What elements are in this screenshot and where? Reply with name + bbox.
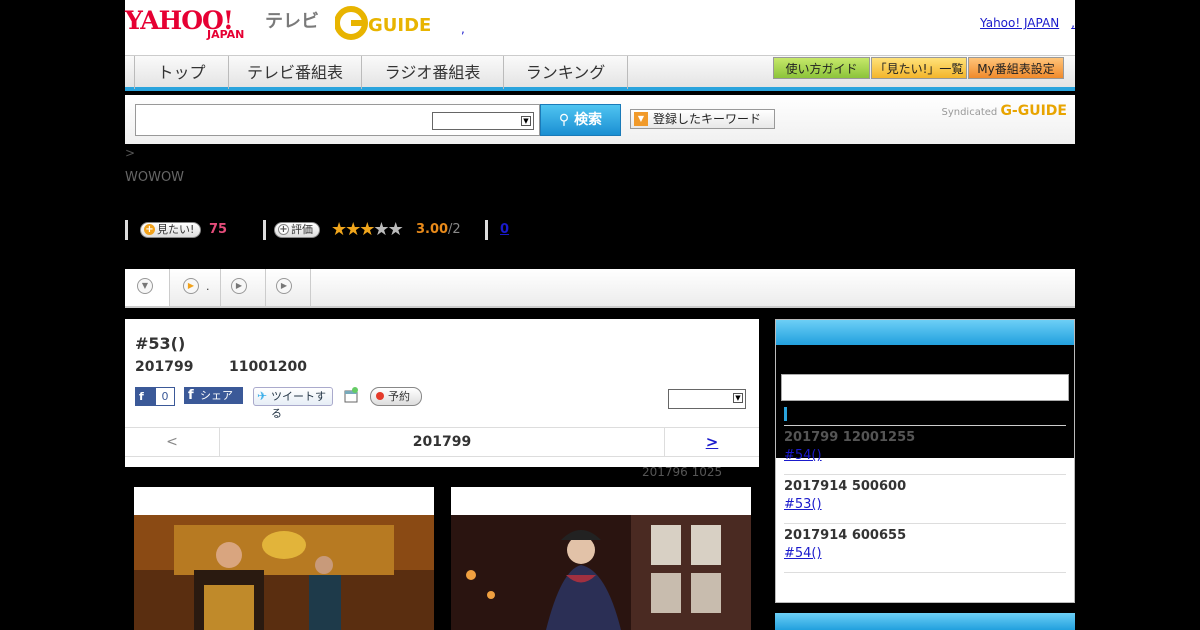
chevron-down-icon: ▼ — [137, 278, 153, 294]
stat-divider — [263, 220, 266, 240]
program-tabs: ▼ ▶ . ▶ ▶ — [125, 269, 1075, 308]
comment-count-link[interactable]: 0 — [500, 222, 509, 237]
sidebar-schedule: 201799 12001255 #54() 2017914 500600 #53… — [775, 319, 1075, 603]
previous-episode-link[interactable]: < — [125, 428, 220, 457]
facebook-share-button[interactable]: f シェア — [184, 387, 243, 404]
stat-divider — [485, 220, 488, 240]
play-icon: ▶ — [276, 278, 292, 294]
header-separator: , — [461, 22, 465, 36]
facebook-icon: f — [188, 388, 194, 403]
star-icon: ★ — [387, 219, 404, 240]
play-icon: ▶ — [183, 278, 199, 294]
search-category-select[interactable]: ▼ — [432, 112, 534, 130]
divider — [784, 523, 1066, 524]
nav-tab-radio-schedule[interactable]: ラジオ番組表 — [362, 56, 504, 89]
sidebar-header — [776, 320, 1074, 345]
svg-text:GUIDE: GUIDE — [368, 15, 431, 36]
rating-stars: ★★★★★ — [331, 219, 404, 240]
rating-score: 3.00 — [416, 222, 449, 237]
update-timestamp: 201796 1025 — [642, 465, 723, 479]
calendar-icon[interactable] — [344, 387, 359, 403]
my-schedule-settings-button[interactable]: My番組表設定 — [968, 57, 1064, 79]
divider — [784, 572, 1066, 573]
nav-tab-tv-schedule[interactable]: テレビ番組表 — [229, 56, 362, 89]
service-name[interactable]: テレビ — [265, 7, 319, 33]
star-icon: ★ — [345, 219, 361, 240]
next-episode-link[interactable]: > — [664, 428, 759, 457]
sidebar-header-secondary — [775, 613, 1075, 630]
episode-still-image — [134, 515, 434, 630]
list-item: 2017914 500600 #53() — [784, 479, 1066, 512]
search-bar: ▼ ⚲ 検索 ▼ 登録したキーワード Syndicated G-GUIDE — [125, 95, 1075, 144]
twitter-icon: ✈ — [257, 389, 268, 403]
facebook-like-button[interactable]: f 0 — [135, 387, 175, 406]
nav-tab-ranking[interactable]: ランキング — [504, 56, 628, 89]
episode-pager: < 201799 > — [125, 427, 759, 457]
star-icon: ★ — [359, 219, 375, 240]
episode-still-image — [451, 515, 751, 630]
episode-link[interactable]: #54() — [784, 546, 1066, 561]
want-list-button[interactable]: 「見たい!」一覧 — [871, 57, 967, 79]
stat-divider — [125, 220, 128, 240]
site-header: YAHOO! JAPAN テレビ GUIDE , Yahoo! JAPAN, — [125, 0, 1075, 55]
broadcast-datetime: 2017914 600655 — [784, 528, 907, 543]
facebook-icon: f — [139, 390, 144, 403]
rating-count: /2 — [448, 222, 461, 237]
star-icon: ★ — [373, 219, 389, 240]
yahoo-japan-logo-sub: JAPAN — [207, 28, 245, 41]
breadcrumb[interactable]: > — [125, 146, 135, 160]
tab-episodes[interactable]: ▶ . — [170, 269, 221, 306]
syndicated-gguide-logo: Syndicated G-GUIDE — [941, 103, 1067, 119]
usage-guide-button[interactable]: 使い方ガイド — [773, 57, 870, 79]
chevron-down-icon: ▼ — [521, 116, 531, 126]
episode-title: #53() — [135, 334, 186, 353]
plus-icon: + — [144, 224, 155, 235]
want-count: 75 — [209, 222, 228, 237]
main-nav: トップ テレビ番組表 ラジオ番組表 ランキング 使い方ガイド 「見たい!」一覧 … — [125, 55, 1075, 91]
episode-select[interactable]: ▼ — [668, 389, 746, 409]
search-icon: ⚲ — [558, 112, 575, 128]
tab-related[interactable]: ▶ — [266, 269, 311, 306]
list-item: 2017914 600655 #54() — [784, 528, 1066, 561]
play-icon: ▶ — [231, 278, 247, 294]
sidebar-subheading-marker — [784, 407, 787, 421]
nav-tab-top[interactable]: トップ — [134, 56, 229, 89]
episode-date: 201799 — [135, 359, 194, 375]
tab-cast[interactable]: ▶ — [221, 269, 266, 306]
pager-current-date: 201799 — [412, 434, 472, 450]
chevron-down-icon: ▼ — [733, 393, 743, 403]
tab-overview[interactable]: ▼ — [125, 269, 170, 306]
episode-photo[interactable] — [451, 487, 751, 630]
episode-card: #53() 201799 11001200 f 0 f シェア ✈ ツイートする 予… — [125, 319, 759, 467]
star-icon: ★ — [331, 219, 347, 240]
reserve-button[interactable]: 予約 — [370, 387, 422, 406]
list-item: 201799 12001255 #54() — [784, 430, 1066, 463]
search-button[interactable]: ⚲ 検索 — [540, 104, 621, 136]
saved-keywords-button[interactable]: ▼ 登録したキーワード — [630, 109, 775, 129]
gguide-logo[interactable]: GUIDE — [335, 6, 435, 40]
divider — [784, 474, 1066, 475]
chevron-down-icon: ▼ — [634, 112, 648, 126]
rate-button[interactable]: + 評価 — [274, 222, 320, 238]
broadcast-datetime: 2017914 500600 — [784, 479, 907, 494]
episode-link[interactable]: #54() — [784, 448, 1066, 463]
episode-photo[interactable] — [134, 487, 434, 630]
like-count: 0 — [156, 388, 174, 405]
yahoo-japan-link[interactable]: Yahoo! JAPAN, — [980, 16, 1075, 30]
want-button[interactable]: + 見たい! — [140, 222, 202, 238]
station-name: WOWOW — [125, 170, 185, 185]
divider — [784, 425, 1066, 426]
episode-time: 11001200 — [229, 359, 307, 375]
broadcast-datetime: 201799 12001255 — [784, 430, 916, 445]
plus-icon: + — [278, 224, 289, 235]
record-icon — [376, 392, 384, 400]
episode-link[interactable]: #53() — [784, 497, 1066, 512]
sidebar-input[interactable] — [781, 374, 1069, 401]
tweet-button[interactable]: ✈ ツイートする — [253, 387, 333, 420]
